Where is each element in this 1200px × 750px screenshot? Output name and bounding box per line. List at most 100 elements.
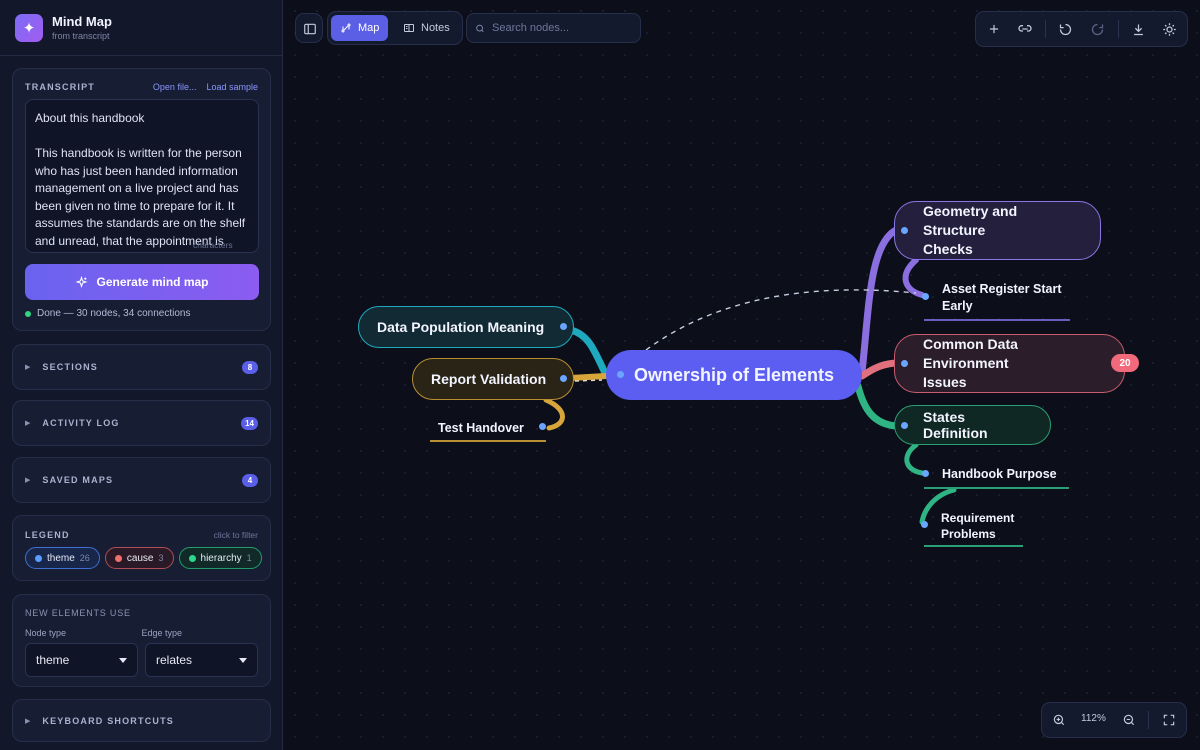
node-label: Handbook Purpose: [942, 467, 1057, 481]
node-dot: [560, 375, 567, 382]
edge-handbook: [904, 442, 925, 476]
edge-type-select[interactable]: relates: [145, 643, 258, 677]
mind-map-canvas[interactable]: Map Notes Search nodes... Ownership of E…: [284, 0, 1200, 750]
node-label: Report Validation: [431, 371, 547, 387]
keyboard-shortcuts-label: KEYBOARD SHORTCUTS: [42, 715, 174, 726]
zoom-out-button[interactable]: [1121, 712, 1137, 728]
node-states-definition[interactable]: States Definition: [894, 405, 1051, 445]
node-test-handover[interactable]: Test Handover: [430, 420, 546, 442]
edge-cde: [858, 359, 900, 380]
legend-chip-count: 1: [246, 553, 252, 563]
sparkle-logo-icon: ✦: [15, 13, 43, 42]
node-dot: [921, 521, 928, 528]
node-dot: [539, 423, 546, 430]
node-label-line2: Issues: [923, 374, 967, 390]
activity-log-panel[interactable]: ▶ ACTIVITY LOG 14: [12, 400, 271, 446]
node-label-line2: Problems: [941, 527, 996, 541]
node-label: Test Handover: [438, 420, 524, 435]
sparkle-icon: [75, 275, 89, 288]
cde-count-badge: 20: [1111, 354, 1139, 372]
node-label-line1: Geometry and Structure: [923, 203, 1018, 238]
node-data-population[interactable]: Data Population Meaning: [358, 306, 574, 348]
node-label-line2: Checks: [923, 241, 973, 257]
app-title: Mind Map: [52, 14, 112, 29]
caret-right-icon: ▶: [25, 717, 31, 725]
node-label-line1: Requirement: [941, 511, 1015, 525]
saved-maps-count-badge: 4: [242, 473, 258, 487]
node-requirement-problems[interactable]: Requirement Problems: [924, 510, 1023, 547]
toolbar-divider: [1148, 711, 1149, 729]
sections-label: SECTIONS: [42, 362, 98, 372]
node-label: Data Population Meaning: [377, 319, 545, 335]
edge-test-handover: [543, 397, 565, 431]
new-elements-card: NEW ELEMENTS USE Node type Edge type the…: [12, 594, 271, 687]
sidebar: ✦ Mind Map from transcript TRANSCRIPT Op…: [0, 0, 283, 750]
edge-dashed-cross: [645, 289, 917, 351]
legend-chip-label: cause: [126, 552, 154, 564]
saved-maps-panel[interactable]: ▶ SAVED MAPS 4: [12, 457, 271, 503]
saved-maps-label: SAVED MAPS: [42, 475, 114, 485]
brand: ✦ Mind Map from transcript: [0, 0, 282, 56]
generate-mind-map-button[interactable]: Generate mind map: [25, 264, 259, 300]
sections-panel[interactable]: ▶ SECTIONS 8: [12, 344, 271, 390]
node-type-label: Node type: [25, 628, 67, 638]
node-dot: [901, 227, 908, 234]
new-elements-label: NEW ELEMENTS USE: [25, 608, 131, 618]
activity-log-label: ACTIVITY LOG: [42, 418, 120, 428]
node-type-select[interactable]: theme: [25, 643, 138, 677]
zoom-in-button[interactable]: [1051, 712, 1067, 728]
node-dot: [901, 360, 908, 367]
node-dot: [901, 422, 908, 429]
caret-right-icon: ▶: [25, 477, 31, 484]
node-label-line1: Common Data Environment: [923, 336, 1018, 371]
chevron-down-icon: [119, 657, 127, 663]
load-sample-link[interactable]: Load sample: [206, 82, 258, 92]
node-geometry-checks[interactable]: Geometry and Structure Checks: [894, 201, 1101, 260]
generate-label: Generate mind map: [96, 275, 209, 289]
edge-states: [854, 382, 900, 430]
center-node-dot: [617, 371, 624, 378]
sections-count-badge: 8: [242, 360, 258, 374]
transcript-card: TRANSCRIPT Open file... Load sample Abou…: [12, 68, 271, 331]
status-text: Done — 30 nodes, 34 connections: [37, 308, 191, 319]
node-dot: [560, 323, 567, 330]
legend-label: LEGEND: [25, 530, 70, 540]
legend-hint: click to filter: [213, 530, 258, 540]
chevron-down-icon: [239, 657, 247, 663]
node-asset-register[interactable]: Asset Register Start Early: [924, 281, 1070, 321]
fullscreen-icon: [1163, 714, 1175, 726]
transcript-textarea[interactable]: About this handbook This handbook is wri…: [25, 99, 259, 253]
node-dot: [922, 470, 929, 477]
edge-type-value: relates: [156, 653, 193, 667]
legend-chip-label: theme: [47, 552, 75, 564]
zoom-out-icon: [1123, 714, 1135, 726]
legend-chip-theme[interactable]: theme 26: [25, 547, 100, 569]
edge-asset-register: [902, 257, 925, 298]
edge-type-label: Edge type: [141, 628, 183, 638]
status-line: Done — 30 nodes, 34 connections: [25, 308, 190, 319]
node-handbook-purpose[interactable]: Handbook Purpose: [924, 466, 1069, 489]
node-cde-issues[interactable]: Common Data Environment Issues: [894, 334, 1125, 393]
theme-dot: [35, 554, 42, 562]
keyboard-shortcuts-panel[interactable]: ▶ KEYBOARD SHORTCUTS: [12, 699, 271, 742]
caret-right-icon: ▶: [25, 364, 31, 371]
center-node-label: Ownership of Elements: [633, 364, 835, 385]
legend-chip-count: 3: [158, 553, 164, 563]
legend-chip-cause[interactable]: cause 3: [104, 547, 174, 569]
fit-view-button[interactable]: [1161, 712, 1177, 728]
legend-chip-hierarchy[interactable]: hierarchy 1: [178, 547, 262, 569]
zoom-in-icon: [1053, 714, 1065, 726]
edge-data-population: [567, 326, 610, 379]
center-node[interactable]: Ownership of Elements: [606, 350, 862, 400]
cause-dot: [114, 554, 122, 562]
transcript-label: TRANSCRIPT: [25, 82, 95, 92]
node-report-validation[interactable]: Report Validation: [412, 358, 574, 400]
activity-log-count-badge: 14: [241, 416, 258, 430]
open-file-link[interactable]: Open file...: [153, 82, 197, 92]
zoom-level: 112%: [1081, 713, 1106, 724]
status-dot: [25, 310, 31, 317]
node-dot: [922, 293, 929, 300]
edge-report-validation: [568, 373, 609, 381]
node-type-value: theme: [36, 653, 70, 667]
caret-right-icon: ▶: [25, 420, 31, 427]
